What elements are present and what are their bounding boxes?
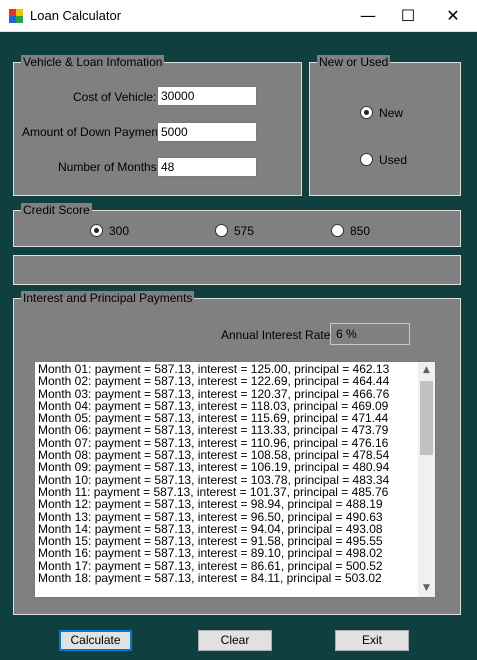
calculate-button[interactable]: Calculate: [59, 630, 132, 651]
payment-schedule-list[interactable]: Month 01: payment = 587.13, interest = 1…: [34, 361, 436, 598]
scroll-thumb[interactable]: [420, 381, 433, 455]
radio-credit-575-circle[interactable]: [215, 224, 228, 237]
scroll-up-icon[interactable]: ▲: [418, 362, 435, 379]
vertical-scrollbar[interactable]: ▲ ▼: [418, 362, 435, 597]
vehicle-loan-group: Vehicle & Loan Infomation Cost of Vehicl…: [13, 55, 302, 196]
list-item[interactable]: Month 06: payment = 587.13, interest = 1…: [38, 424, 416, 437]
scroll-down-icon[interactable]: ▼: [418, 580, 435, 597]
cost-of-vehicle-label: Cost of Vehicle:: [73, 90, 157, 104]
radio-credit-300-label: 300: [109, 224, 130, 238]
radio-credit-850-label: 850: [350, 224, 371, 238]
list-item[interactable]: Month 13: payment = 587.13, interest = 9…: [38, 510, 416, 523]
cost-of-vehicle-input[interactable]: [157, 86, 257, 106]
annual-interest-rate-label: Annual Interest Rate:: [221, 328, 334, 342]
radio-credit-850-circle[interactable]: [331, 224, 344, 237]
list-item[interactable]: Month 16: payment = 587.13, interest = 8…: [38, 547, 416, 560]
radio-credit-300-circle[interactable]: [90, 224, 103, 237]
list-item[interactable]: Month 09: payment = 587.13, interest = 1…: [38, 461, 416, 474]
radio-new-circle[interactable]: [360, 106, 373, 119]
radio-used[interactable]: Used: [360, 153, 420, 167]
credit-score-group: Credit Score 300 575 850: [13, 203, 461, 247]
app-window-icon[interactable]: [9, 9, 23, 23]
clear-button[interactable]: Clear: [198, 630, 272, 651]
minimize-icon[interactable]: —: [346, 0, 390, 32]
radio-new-label: New: [379, 106, 404, 120]
title-bar: Loan Calculator — ☐ ✕: [0, 0, 477, 32]
exit-button[interactable]: Exit: [335, 630, 409, 651]
new-or-used-group: New or Used New Used: [309, 55, 461, 196]
payments-caption: Interest and Principal Payments: [21, 291, 195, 305]
radio-used-label: Used: [379, 153, 408, 167]
radio-credit-300[interactable]: 300: [90, 224, 150, 238]
number-of-months-input[interactable]: [157, 157, 257, 177]
payment-rows: Month 01: payment = 587.13, interest = 1…: [38, 363, 416, 585]
number-of-months-label: Number of Months:: [58, 160, 161, 174]
close-icon[interactable]: ✕: [431, 0, 475, 32]
radio-new[interactable]: New: [360, 106, 420, 120]
maximize-icon[interactable]: ☐: [386, 0, 430, 32]
status-panel: [13, 255, 461, 285]
radio-used-circle[interactable]: [360, 153, 373, 166]
credit-score-caption: Credit Score: [21, 203, 92, 217]
down-payment-input[interactable]: [157, 122, 257, 142]
vehicle-loan-caption: Vehicle & Loan Infomation: [21, 55, 165, 69]
list-item[interactable]: Month 18: payment = 587.13, interest = 8…: [38, 572, 416, 585]
radio-credit-575[interactable]: 575: [215, 224, 275, 238]
list-item[interactable]: Month 12: payment = 587.13, interest = 9…: [38, 498, 416, 511]
annual-interest-rate-value: 6 %: [330, 323, 410, 345]
radio-credit-575-label: 575: [234, 224, 255, 238]
list-item[interactable]: Month 02: payment = 587.13, interest = 1…: [38, 375, 416, 388]
window-title: Loan Calculator: [30, 8, 122, 23]
down-payment-label: Amount of Down Payment:: [22, 125, 165, 139]
radio-credit-850[interactable]: 850: [331, 224, 391, 238]
new-or-used-caption: New or Used: [317, 55, 391, 69]
